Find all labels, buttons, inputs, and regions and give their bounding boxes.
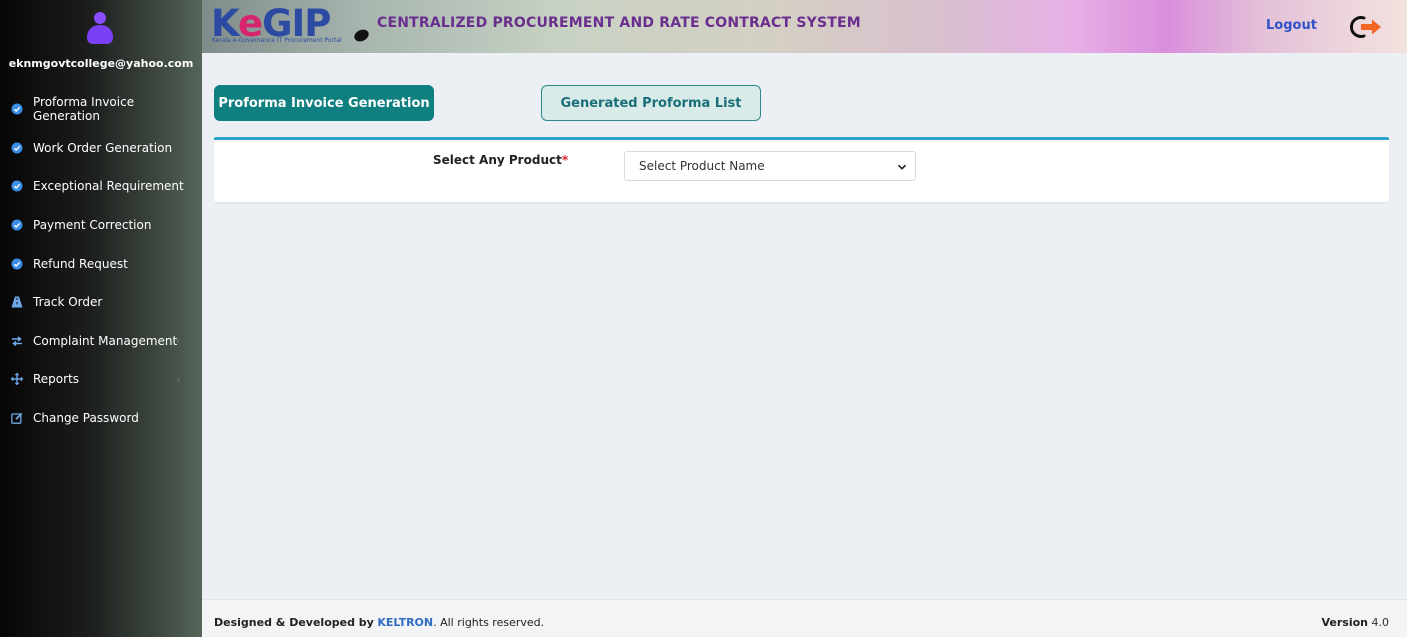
proforma-invoice-generation-button[interactable]: Proforma Invoice Generation [214, 85, 434, 121]
top-header: KeGIP Kerala e-Governance IT Procurement… [202, 0, 1407, 53]
sidebar: eknmgovtcollege@yahoo.com Proforma Invoi… [0, 0, 202, 637]
check-circle-icon [11, 142, 23, 154]
chevron-down-icon [897, 161, 907, 175]
check-circle-icon [11, 180, 23, 192]
sidebar-item-proforma-invoice-generation[interactable]: Proforma Invoice Generation [0, 90, 202, 129]
product-selection-panel: Select Any Product* Select Product Name [214, 137, 1389, 202]
sidebar-item-label: Work Order Generation [33, 140, 173, 155]
logout-link[interactable]: Logout [1266, 18, 1317, 33]
sidebar-item-refund-request[interactable]: Refund Request [0, 244, 202, 283]
edit-icon [11, 412, 23, 424]
logo-subtitle: Kerala e-Governance IT Procurement Porta… [212, 37, 342, 44]
page-footer: Designed & Developed by KELTRON. All rig… [202, 599, 1407, 637]
sidebar-item-change-password[interactable]: Change Password [0, 399, 202, 438]
sidebar-item-reports[interactable]: Reports ‹ [0, 360, 202, 399]
sidebar-item-complaint-management[interactable]: Complaint Management ‹ [0, 322, 202, 361]
logout-icon[interactable] [1350, 15, 1386, 39]
kegip-logo[interactable]: KeGIP Kerala e-Governance IT Procurement… [211, 2, 371, 48]
sidebar-item-label: Change Password [33, 411, 139, 426]
footer-credits: Designed & Developed by KELTRON. All rig… [214, 616, 545, 629]
sidebar-item-label: Proforma Invoice Generation [33, 95, 135, 124]
chevron-left-icon: ‹ [176, 372, 181, 386]
sidebar-item-label: Refund Request [33, 256, 128, 271]
user-avatar-icon [87, 12, 113, 44]
sidebar-item-label: Exceptional Requirement [33, 179, 184, 194]
sidebar-item-label: Reports [33, 372, 80, 387]
generated-proforma-list-button[interactable]: Generated Proforma List [541, 85, 761, 121]
check-circle-icon [11, 103, 23, 115]
product-select-value: Select Product Name [639, 159, 765, 173]
check-circle-icon [11, 258, 23, 270]
select-product-label: Select Any Product* [433, 153, 569, 167]
exchange-icon [11, 335, 23, 347]
sidebar-item-track-order[interactable]: Track Order [0, 283, 202, 322]
required-asterisk: * [561, 153, 569, 167]
sidebar-item-label: Complaint Management [33, 333, 178, 348]
product-select[interactable]: Select Product Name [624, 151, 916, 181]
sidebar-item-payment-correction[interactable]: Payment Correction [0, 206, 202, 245]
mouse-icon [352, 27, 371, 44]
sidebar-menu: Proforma Invoice Generation Work Order G… [0, 90, 202, 437]
check-circle-icon [11, 219, 23, 231]
user-email: eknmgovtcollege@yahoo.com [8, 57, 194, 70]
version-info: Version 4.0 [1321, 616, 1389, 629]
arrows-icon [11, 373, 23, 386]
sidebar-item-exceptional-requirement[interactable]: Exceptional Requirement [0, 167, 202, 206]
chevron-left-icon: ‹ [176, 334, 181, 348]
sidebar-item-label: Track Order [33, 295, 103, 310]
sidebar-item-work-order-generation[interactable]: Work Order Generation [0, 129, 202, 168]
road-icon [11, 296, 23, 308]
keltron-link[interactable]: KELTRON [377, 616, 433, 629]
system-title: CENTRALIZED PROCUREMENT AND RATE CONTRAC… [377, 15, 861, 31]
sidebar-item-label: Payment Correction [33, 218, 152, 233]
